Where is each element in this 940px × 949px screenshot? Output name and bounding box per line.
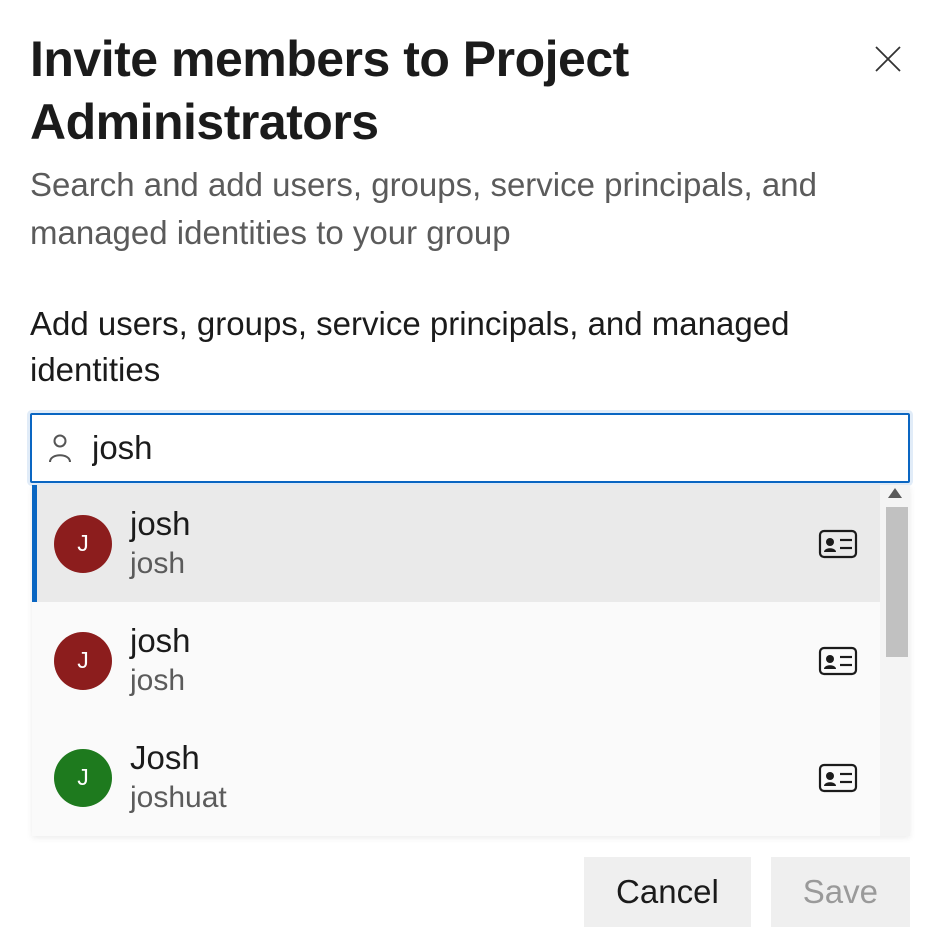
results-dropdown: JjoshjoshJjoshjoshJJoshjoshuat [32, 485, 910, 836]
result-text: joshjosh [130, 622, 818, 699]
save-button[interactable]: Save [771, 857, 910, 927]
avatar: J [54, 749, 112, 807]
result-item[interactable]: J Joshjoshuat [32, 719, 880, 836]
search-area: JjoshjoshJjoshjoshJJoshjoshuat [30, 413, 910, 483]
dialog-header: Invite members to Project Administrators [30, 28, 910, 153]
contact-card-icon[interactable] [818, 646, 858, 676]
result-text: Joshjoshuat [130, 739, 818, 816]
result-secondary: joshuat [130, 779, 818, 817]
search-input[interactable] [74, 428, 894, 468]
result-item[interactable]: Jjoshjosh [32, 485, 880, 602]
invite-members-dialog: Invite members to Project Administrators… [0, 0, 940, 949]
dialog-subtitle: Search and add users, groups, service pr… [30, 161, 880, 257]
dialog-title: Invite members to Project Administrators [30, 28, 790, 153]
close-button[interactable] [870, 42, 906, 78]
search-field-label: Add users, groups, service principals, a… [30, 301, 880, 393]
scrollbar-track[interactable] [880, 485, 910, 836]
result-primary: josh [130, 622, 818, 660]
close-icon [873, 44, 903, 77]
result-primary: josh [130, 505, 818, 543]
scrollbar-thumb[interactable] [886, 507, 908, 657]
search-box[interactable] [30, 413, 910, 483]
result-item[interactable]: Jjoshjosh [32, 602, 880, 719]
result-secondary: josh [130, 662, 818, 700]
person-icon [46, 431, 74, 465]
results-list: JjoshjoshJjoshjoshJJoshjoshuat [32, 485, 880, 836]
contact-card-icon[interactable] [818, 763, 858, 793]
result-primary: Josh [130, 739, 818, 777]
cancel-button[interactable]: Cancel [584, 857, 751, 927]
avatar: J [54, 632, 112, 690]
result-secondary: josh [130, 545, 818, 583]
result-text: joshjosh [130, 505, 818, 582]
scroll-up-icon[interactable] [886, 487, 904, 499]
avatar: J [54, 515, 112, 573]
contact-card-icon[interactable] [818, 529, 858, 559]
dialog-footer: Cancel Save [584, 857, 910, 927]
